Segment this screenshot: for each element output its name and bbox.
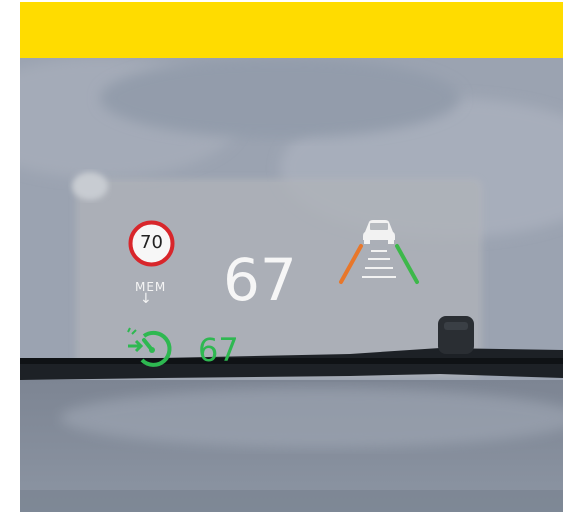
cruise-control-icon <box>127 327 172 367</box>
image-frame: 70 MEM ↓ 67 67 <box>0 0 567 512</box>
windshield-photo: 70 MEM ↓ 67 67 <box>20 58 563 512</box>
lane-assist-icon <box>339 220 419 284</box>
speed-limit-value: 70 <box>140 232 163 253</box>
yellow-banner <box>20 2 563 58</box>
down-arrow-icon: ↓ <box>140 291 152 307</box>
current-speed: 67 <box>223 246 297 314</box>
cruise-set-speed: 67 <box>198 331 239 369</box>
